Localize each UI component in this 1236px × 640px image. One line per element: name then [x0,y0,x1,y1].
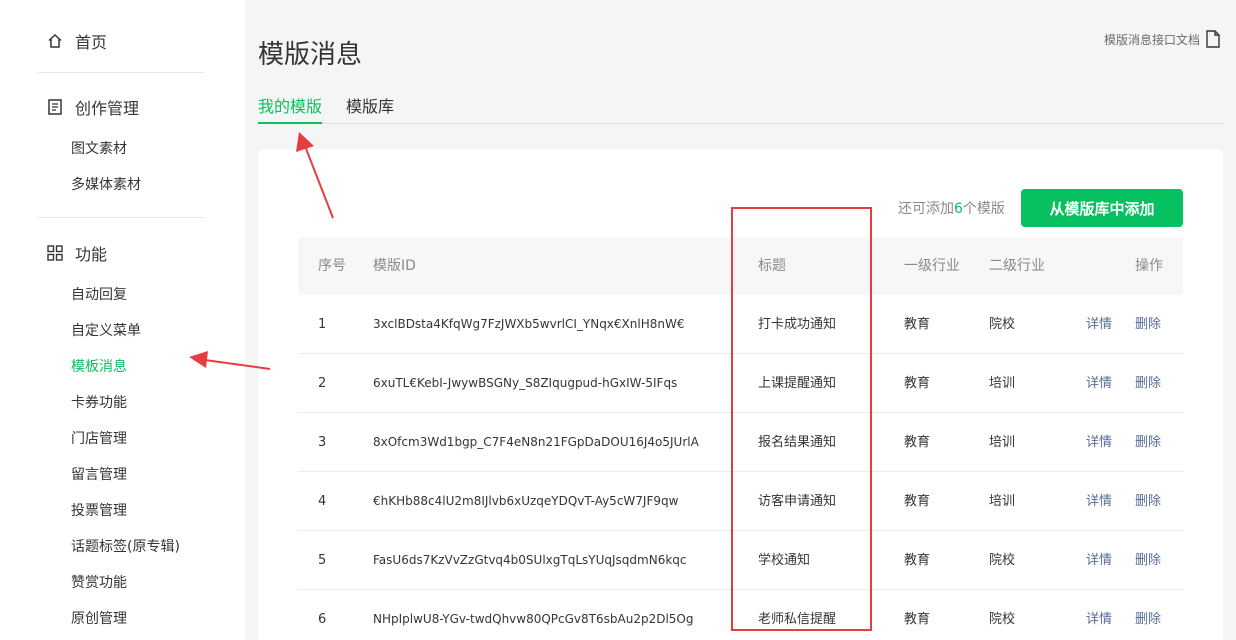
sidebar-item-image-text[interactable]: 图文素材 [71,139,127,159]
row-template-id: €hKHb88c4lU2m8IJlvb6xUzqeYDQvT-Ay5cW7JF9… [373,494,679,508]
remaining-number: 6 [954,201,963,217]
tab-template-library[interactable]: 模版库 [346,96,394,124]
remaining-suffix: 个模版 [962,201,1005,217]
column-header-industry1: 一级行业 [904,258,960,274]
grid-icon [46,244,64,262]
detail-link[interactable]: 详情 [1086,413,1112,472]
detail-link[interactable]: 详情 [1086,531,1112,590]
sidebar-item-rewards[interactable]: 赞赏功能 [71,573,127,593]
row-industry1: 教育 [904,494,931,509]
doc-link[interactable]: 模版消息接口文档 [1104,30,1220,48]
page-title: 模版消息 [258,40,363,70]
delete-link[interactable]: 删除 [1135,413,1161,472]
sidebar-item-custom-menu[interactable]: 自定义菜单 [71,321,141,341]
nav-features[interactable]: 功能 [46,241,107,265]
delete-link[interactable]: 删除 [1135,590,1161,640]
detail-link[interactable]: 详情 [1086,354,1112,413]
row-industry1: 教育 [904,553,931,568]
column-header-no: 序号 [318,258,346,274]
detail-link[interactable]: 详情 [1086,472,1112,531]
sidebar-item-cards[interactable]: 卡券功能 [71,393,127,413]
file-icon [1206,30,1220,48]
row-industry1: 教育 [904,317,931,332]
row-industry2: 培训 [989,494,1016,509]
sidebar-item-multimedia[interactable]: 多媒体素材 [71,175,141,195]
annotation-highlight-box [731,207,872,631]
sidebar-item-votes[interactable]: 投票管理 [71,501,127,521]
tab-bar: 我的模版 模版库 [258,96,1223,124]
row-industry2: 培训 [989,435,1016,450]
row-industry1: 教育 [904,612,931,627]
row-industry2: 院校 [989,553,1016,568]
row-template-id: FasU6ds7KzVvZzGtvq4b0SUlxgTqLsYUqJsqdmN6… [373,553,687,567]
row-industry1: 教育 [904,376,931,391]
remaining-prefix: 还可添加 [898,201,954,217]
row-no: 6 [318,612,327,627]
column-header-id: 模版ID [373,258,416,274]
sidebar-item-auto-reply[interactable]: 自动回复 [71,285,127,305]
row-template-id: 6xuTL€KebI-JwywBSGNy_S8ZIqugpud-hGxIW-5I… [373,376,678,390]
column-header-actions: 操作 [1135,258,1163,274]
nav-home[interactable]: 首页 [46,29,107,53]
row-industry2: 培训 [989,376,1016,391]
nav-features-label: 功能 [75,245,108,264]
doc-link-label: 模版消息接口文档 [1103,32,1200,47]
column-header-industry2: 二级行业 [989,258,1045,274]
row-no: 3 [318,435,327,450]
sidebar-item-original[interactable]: 原创管理 [71,609,127,629]
divider [38,217,204,218]
row-industry2: 院校 [989,317,1016,332]
delete-link[interactable]: 删除 [1135,472,1161,531]
nav-create-label: 创作管理 [75,99,140,118]
detail-link[interactable]: 详情 [1086,590,1112,640]
detail-link[interactable]: 详情 [1086,295,1112,354]
row-industry2: 院校 [989,612,1016,627]
delete-link[interactable]: 删除 [1135,354,1161,413]
row-no: 1 [318,317,327,332]
add-from-library-button[interactable]: 从模版库中添加 [1021,189,1183,227]
row-no: 5 [318,553,327,568]
row-template-id: NHpIplwU8-YGv-twdQhvw80QPcGv8T6sbAu2p2Dl… [373,612,694,626]
row-no: 2 [318,376,327,391]
delete-link[interactable]: 删除 [1135,531,1161,590]
row-template-id: 3xclBDsta4KfqWg7FzJWXb5wvrlCI_YNqx€XnlH8… [373,317,685,331]
row-no: 4 [318,494,327,509]
sidebar-item-stores[interactable]: 门店管理 [71,429,127,449]
row-industry1: 教育 [904,435,931,450]
sidebar-item-template-message[interactable]: 模板消息 [71,357,127,377]
sidebar: 首页 创作管理 图文素材 多媒体素材 功能 自动回复 自定义菜单 模板消息 卡券… [0,0,245,640]
row-template-id: 8xOfcm3Wd1bgp_C7F4eN8n21FGpDaDOU16J4o5JU… [373,435,699,449]
divider [38,72,204,73]
remaining-count: 还可添加6个模版 [898,198,1005,218]
sidebar-item-comments[interactable]: 留言管理 [71,465,127,485]
home-icon [46,32,64,50]
tab-my-templates[interactable]: 我的模版 [258,96,323,124]
delete-link[interactable]: 删除 [1135,295,1161,354]
sidebar-item-topic-tags[interactable]: 话题标签(原专辑) [71,537,180,557]
nav-home-label: 首页 [75,33,108,52]
nav-create[interactable]: 创作管理 [46,95,139,119]
document-icon [46,98,64,116]
